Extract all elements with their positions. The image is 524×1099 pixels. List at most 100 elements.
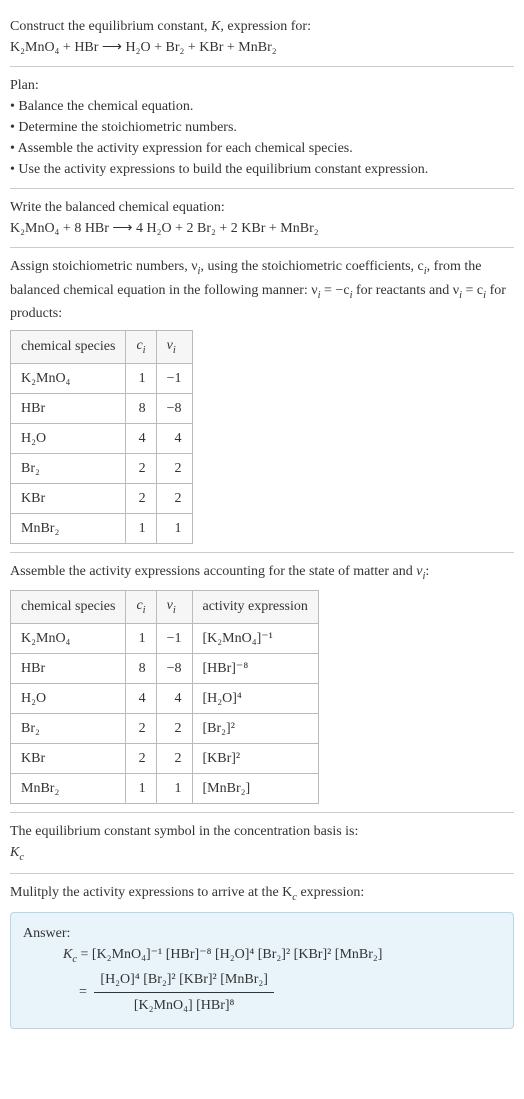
basis-section: The equilibrium constant symbol in the c… [10, 813, 514, 875]
cell-species: Br₂ [11, 713, 126, 743]
cell-species: K₂MnO₄ [11, 623, 126, 653]
cell-c: 2 [126, 713, 156, 743]
cell-species: H₂O [11, 423, 126, 453]
cell-expr: [K₂MnO₄]⁻¹ [192, 623, 318, 653]
cell-v: 1 [156, 513, 192, 543]
table-row: H₂O 4 4 [11, 423, 193, 453]
cell-v: 2 [156, 453, 192, 483]
assign-section: Assign stoichiometric numbers, νi, using… [10, 248, 514, 553]
cell-species: HBr [11, 393, 126, 423]
table-row: HBr 8 −8 [HBr]⁻⁸ [11, 653, 319, 683]
table-row: H₂O 4 4 [H₂O]⁴ [11, 683, 319, 713]
balanced-equation: K₂MnO₄ + 8 HBr ⟶ 4 H₂O + 2 Br₂ + 2 KBr +… [10, 218, 514, 239]
cell-species: KBr [11, 743, 126, 773]
answer-eq2: = [H₂O]⁴ [Br₂]² [KBr]² [MnBr₂] [K₂MnO₄] … [79, 967, 501, 1018]
table-row: Br₂ 2 2 [Br₂]² [11, 713, 319, 743]
basis-line1: The equilibrium constant symbol in the c… [10, 821, 514, 842]
cell-v: −1 [156, 623, 192, 653]
intro-equation: K₂MnO₄ + HBr ⟶ H₂O + Br₂ + KBr + MnBr₂ [10, 37, 514, 58]
table-header-row: chemical species ci νi activity expressi… [11, 591, 319, 624]
answer-box: Answer: Kc = [K₂MnO₄]⁻¹ [HBr]⁻⁸ [H₂O]⁴ [… [10, 912, 514, 1030]
assign-text-b: , using the stoichiometric coefficients,… [200, 259, 423, 274]
cell-c: 4 [126, 423, 156, 453]
plan-heading: Plan: [10, 75, 514, 96]
assign-text-a: Assign stoichiometric numbers, ν [10, 259, 198, 274]
table-row: K₂MnO₄ 1 −1 [11, 363, 193, 393]
multiply-heading-a: Mulitply the activity expressions to arr… [10, 885, 292, 900]
cell-v: 2 [156, 743, 192, 773]
cell-c: 2 [126, 453, 156, 483]
cell-c: 1 [126, 363, 156, 393]
answer-lhs-sym: K [63, 947, 72, 962]
cell-c: 4 [126, 683, 156, 713]
cell-species: H₂O [11, 683, 126, 713]
cell-c: 1 [126, 623, 156, 653]
cell-expr: [KBr]² [192, 743, 318, 773]
cell-c: 2 [126, 743, 156, 773]
answer-eq1-body: = [K₂MnO₄]⁻¹ [HBr]⁻⁸ [H₂O]⁴ [Br₂]² [KBr]… [77, 947, 382, 962]
balanced-section: Write the balanced chemical equation: K₂… [10, 189, 514, 248]
cell-species: K₂MnO₄ [11, 363, 126, 393]
table-row: HBr 8 −8 [11, 393, 193, 423]
cell-species: Br₂ [11, 453, 126, 483]
cell-v: −1 [156, 363, 192, 393]
table-header-row: chemical species ci νi [11, 331, 193, 364]
balanced-heading: Write the balanced chemical equation: [10, 197, 514, 218]
basis-k: K [10, 845, 19, 860]
table-row: KBr 2 2 [11, 483, 193, 513]
cell-v: 1 [156, 773, 192, 803]
plan-section: Plan: • Balance the chemical equation. •… [10, 67, 514, 189]
answer-eq2-prefix: = [79, 985, 90, 1000]
col-expr: activity expression [192, 591, 318, 624]
table-row: KBr 2 2 [KBr]² [11, 743, 319, 773]
cell-v: −8 [156, 653, 192, 683]
cell-v: 2 [156, 483, 192, 513]
cell-v: −8 [156, 393, 192, 423]
col-c: ci [126, 591, 156, 624]
cell-c: 8 [126, 393, 156, 423]
basis-sub: c [19, 852, 24, 863]
cell-c: 2 [126, 483, 156, 513]
col-species: chemical species [11, 331, 126, 364]
col-v: νi [156, 591, 192, 624]
cell-expr: [HBr]⁻⁸ [192, 653, 318, 683]
table-row: K₂MnO₄ 1 −1 [K₂MnO₄]⁻¹ [11, 623, 319, 653]
cell-c: 8 [126, 653, 156, 683]
cell-v: 2 [156, 713, 192, 743]
cell-species: HBr [11, 653, 126, 683]
cell-expr: [Br₂]² [192, 713, 318, 743]
cell-v: 4 [156, 683, 192, 713]
answer-frac-num: [H₂O]⁴ [Br₂]² [KBr]² [MnBr₂] [94, 969, 274, 993]
answer-fraction: [H₂O]⁴ [Br₂]² [KBr]² [MnBr₂] [K₂MnO₄] [H… [94, 969, 274, 1016]
answer-eq1: Kc = [K₂MnO₄]⁻¹ [HBr]⁻⁸ [H₂O]⁴ [Br₂]² [K… [63, 944, 501, 968]
assign-text-f: = c [462, 283, 483, 298]
table-row: MnBr₂ 1 1 [11, 513, 193, 543]
activity-table: chemical species ci νi activity expressi… [10, 590, 319, 804]
plan-item-3: • Assemble the activity expression for e… [10, 138, 514, 159]
assign-table: chemical species ci νi K₂MnO₄ 1 −1 HBr 8… [10, 330, 193, 544]
cell-c: 1 [126, 513, 156, 543]
col-species: chemical species [11, 591, 126, 624]
cell-species: KBr [11, 483, 126, 513]
multiply-heading: Mulitply the activity expressions to arr… [10, 882, 514, 906]
intro-section: Construct the equilibrium constant, K, e… [10, 8, 514, 67]
cell-expr: [H₂O]⁴ [192, 683, 318, 713]
col-v: νi [156, 331, 192, 364]
table-row: MnBr₂ 1 1 [MnBr₂] [11, 773, 319, 803]
plan-item-2: • Determine the stoichiometric numbers. [10, 117, 514, 138]
plan-item-1: • Balance the chemical equation. [10, 96, 514, 117]
assign-text-d: = −c [321, 283, 350, 298]
table-row: Br₂ 2 2 [11, 453, 193, 483]
multiply-section: Mulitply the activity expressions to arr… [10, 874, 514, 1037]
col-c: ci [126, 331, 156, 364]
assign-text: Assign stoichiometric numbers, νi, using… [10, 256, 514, 324]
activity-heading: Assemble the activity expressions accoun… [10, 561, 514, 585]
multiply-heading-b: expression: [297, 885, 364, 900]
cell-c: 1 [126, 773, 156, 803]
cell-species: MnBr₂ [11, 773, 126, 803]
answer-frac-den: [K₂MnO₄] [HBr]⁸ [94, 993, 274, 1016]
activity-section: Assemble the activity expressions accoun… [10, 553, 514, 813]
plan-item-4: • Use the activity expressions to build … [10, 159, 514, 180]
cell-v: 4 [156, 423, 192, 453]
answer-label: Answer: [23, 923, 501, 944]
